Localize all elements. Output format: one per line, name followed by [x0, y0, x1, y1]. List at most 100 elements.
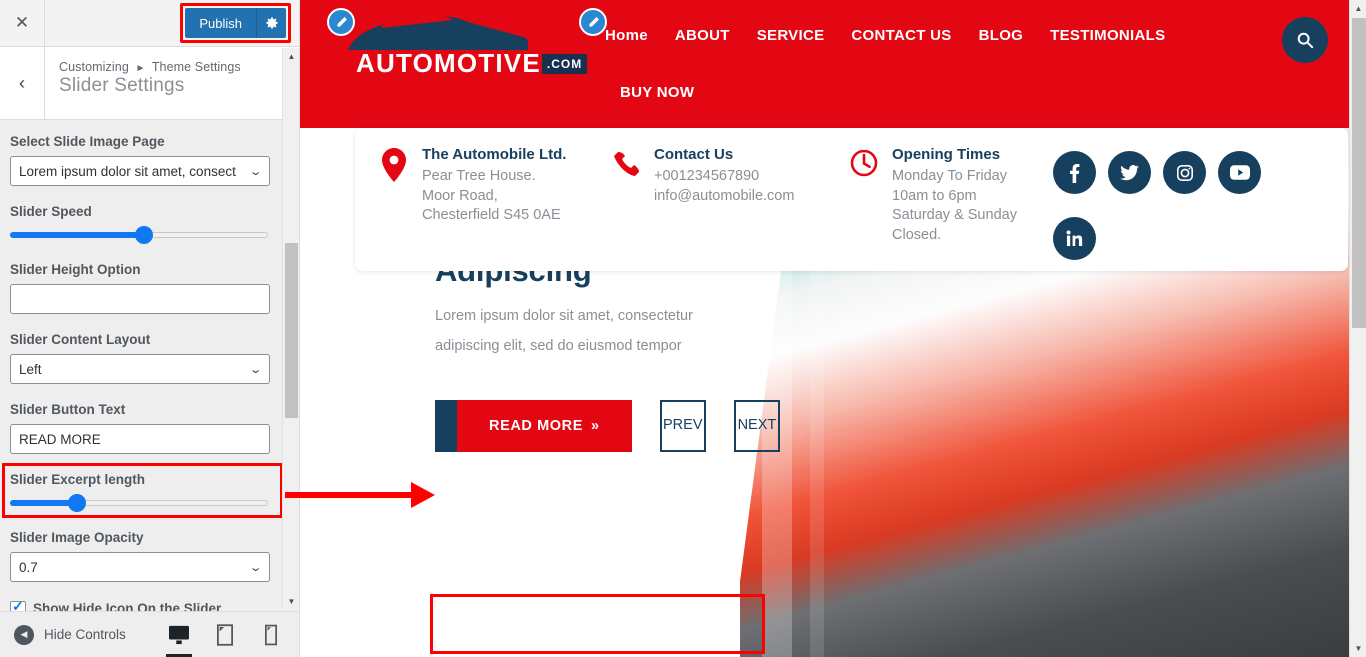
nav-item-buy-now[interactable]: BUY NOW — [620, 84, 721, 101]
control-slider-image-opacity: Slider Image Opacity 0.7 ⌄ — [10, 530, 289, 582]
social-links — [1053, 146, 1283, 271]
nav-item-blog[interactable]: BLOG — [979, 22, 1051, 50]
select-value: Lorem ipsum dolor sit amet, consect — [19, 163, 236, 179]
slider-prev-button[interactable]: PREV — [659, 399, 706, 452]
device-preview-switcher — [164, 612, 299, 657]
nav-item-contact-us[interactable]: CONTACT US — [851, 22, 978, 50]
scrollbar-thumb[interactable] — [285, 243, 298, 418]
panel-titles: Customizing ► Theme Settings Slider Sett… — [45, 47, 255, 119]
info-text: Opening Times Monday To Friday 10am to 6… — [892, 146, 1017, 271]
instagram-icon[interactable] — [1163, 151, 1206, 194]
chevron-down-icon: ⌄ — [248, 165, 263, 178]
collapse-arrow-icon: ◀ — [14, 624, 34, 645]
close-icon: ✕ — [14, 13, 30, 32]
logo-wordmark: AUTOMOTIVE .COM — [356, 48, 588, 79]
control-label: Slider Image Opacity — [10, 530, 144, 545]
control-label: Slider Content Layout — [10, 332, 151, 347]
nav-item-service[interactable]: SERVICE — [757, 22, 852, 50]
page-title: Slider Settings — [59, 75, 185, 96]
sidebar-scrollbar[interactable]: ▲ ▼ — [282, 48, 299, 610]
device-mobile-button[interactable] — [256, 612, 286, 657]
breadcrumb-section[interactable]: Theme Settings — [152, 60, 241, 74]
control-label: Select Slide Image Page — [10, 134, 165, 149]
youtube-icon[interactable] — [1218, 151, 1261, 194]
breadcrumb-separator-icon: ► — [135, 63, 146, 74]
twitter-icon[interactable] — [1108, 151, 1151, 194]
slider-button-text-input[interactable]: READ MORE — [10, 424, 270, 454]
main-navigation: Home ABOUT SERVICE CONTACT US BLOG TESTI… — [605, 22, 1256, 107]
gear-icon[interactable] — [256, 8, 286, 38]
info-text: Contact Us +001234567890 info@automobile… — [654, 146, 794, 271]
scroll-down-arrow-icon[interactable]: ▼ — [283, 593, 299, 610]
range-fill — [10, 232, 145, 238]
info-line: Monday To Friday — [892, 168, 1007, 184]
chevron-down-icon: ⌄ — [248, 561, 263, 574]
nav-item-about[interactable]: ABOUT — [675, 22, 757, 50]
range-thumb[interactable] — [68, 494, 87, 512]
facebook-icon[interactable] — [1053, 151, 1096, 194]
info-text: The Automobile Ltd. Pear Tree House. Moo… — [422, 146, 566, 271]
linkedin-icon[interactable] — [1053, 217, 1096, 260]
control-label: Slider Height Option — [10, 262, 141, 277]
hide-controls-button[interactable]: ◀ Hide Controls — [0, 624, 126, 645]
map-pin-icon — [377, 146, 411, 271]
slide-actions: READ MORE » PREV NEXT — [435, 399, 780, 452]
slide-image-page-select[interactable]: Lorem ipsum dolor sit amet, consect ⌄ — [10, 156, 270, 186]
read-more-text: READ MORE — [489, 417, 584, 434]
customizer-controls-list: Select Slide Image Page Lorem ipsum dolo… — [0, 120, 299, 656]
clock-icon — [847, 146, 881, 271]
control-label: Slider Excerpt length — [10, 472, 146, 487]
slider-content-layout-select[interactable]: Left ⌄ — [10, 354, 270, 384]
control-slider-height-option: Slider Height Option — [10, 262, 289, 314]
control-select-slide-image-page: Select Slide Image Page Lorem ipsum dolo… — [10, 134, 289, 186]
browser-scrollbar-thumb[interactable] — [1352, 18, 1366, 328]
browser-scrollbar[interactable]: ▲ ▼ — [1349, 0, 1366, 657]
input-value: READ MORE — [19, 431, 101, 447]
logo-suffix: .COM — [541, 53, 588, 74]
nav-item-testimonials[interactable]: TESTIMONIALS — [1050, 22, 1192, 50]
search-button[interactable] — [1282, 17, 1328, 63]
control-slider-content-layout: Slider Content Layout Left ⌄ — [10, 332, 289, 384]
menu-edit-pin[interactable] — [579, 8, 607, 36]
chevron-down-icon: ⌄ — [248, 363, 263, 376]
site-logo[interactable]: AUTOMOTIVE .COM — [338, 6, 588, 79]
screenshot-root: ✕ Publish ‹ Customizing ► Theme Settings… — [0, 0, 1366, 657]
control-slider-speed: Slider Speed — [10, 204, 289, 244]
car-silhouette-icon — [348, 12, 528, 51]
scroll-down-arrow-icon[interactable]: ▼ — [1350, 640, 1366, 657]
slider-next-button[interactable]: NEXT — [733, 399, 780, 452]
search-icon — [1297, 32, 1314, 49]
publish-label: Publish — [199, 15, 242, 31]
customizer-topbar: ✕ Publish — [0, 0, 299, 47]
info-column-address: The Automobile Ltd. Pear Tree House. Moo… — [377, 146, 609, 271]
control-slider-button-text: Slider Button Text READ MORE — [10, 402, 289, 454]
slider-height-input[interactable] — [10, 284, 270, 314]
range-fill — [10, 500, 78, 506]
slider-speed-range[interactable] — [10, 226, 268, 244]
breadcrumb-root[interactable]: Customizing — [59, 60, 129, 74]
publish-button[interactable]: Publish — [185, 8, 286, 38]
range-thumb[interactable] — [135, 226, 154, 244]
panel-back-button[interactable]: ‹ — [0, 47, 45, 119]
info-line: info@automobile.com — [654, 187, 795, 204]
scroll-up-arrow-icon[interactable]: ▲ — [283, 48, 299, 65]
slider-excerpt-length-range[interactable] — [10, 494, 268, 512]
info-line: 10am to 6pm — [892, 187, 977, 204]
control-label: Slider Speed — [10, 204, 92, 219]
device-desktop-button[interactable] — [164, 612, 194, 657]
scroll-up-arrow-icon[interactable]: ▲ — [1350, 0, 1366, 17]
device-tablet-button[interactable] — [210, 612, 240, 657]
double-chevron-right-icon: » — [591, 417, 600, 434]
read-more-accent-tab — [435, 399, 457, 452]
info-line: +001234567890 — [654, 168, 760, 184]
site-header: AUTOMOTIVE .COM Home ABOUT SERVICE CONTA… — [300, 0, 1366, 128]
control-slider-excerpt-length: Slider Excerpt length — [10, 472, 289, 512]
info-title: The Automobile Ltd. — [422, 146, 567, 163]
logo-edit-pin[interactable] — [327, 8, 355, 36]
close-customizer-button[interactable]: ✕ — [0, 0, 45, 46]
slide-excerpt: Lorem ipsum dolor sit amet, consectetur … — [435, 308, 693, 355]
slider-image-opacity-select[interactable]: 0.7 ⌄ — [10, 552, 270, 582]
read-more-button[interactable]: READ MORE » — [435, 399, 632, 452]
site-preview: AUTOMOTIVE .COM Home ABOUT SERVICE CONTA… — [300, 0, 1366, 657]
nav-item-home[interactable]: Home — [605, 22, 675, 50]
